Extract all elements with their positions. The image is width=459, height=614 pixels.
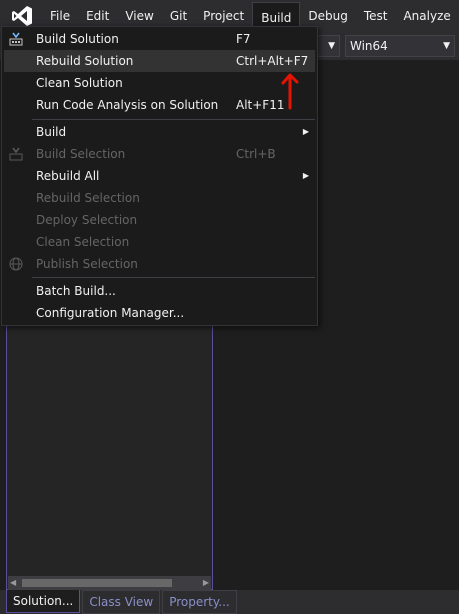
menu-item-build-solution[interactable]: Build Solution F7 xyxy=(4,28,315,50)
menu-item-batch-build[interactable]: Batch Build... xyxy=(4,280,315,302)
menu-item-shortcut: Ctrl+Alt+F7 xyxy=(236,54,309,68)
globe-icon xyxy=(9,257,23,271)
menu-item-build-selection[interactable]: Build Selection Ctrl+B xyxy=(4,143,315,165)
menu-item-deploy-selection[interactable]: Deploy Selection xyxy=(4,209,315,231)
menu-item-shortcut: F7 xyxy=(236,32,251,46)
menu-test[interactable]: Test xyxy=(356,0,396,32)
menu-separator xyxy=(32,119,315,120)
platform-combo-value: Win64 xyxy=(350,39,388,53)
scroll-right-icon[interactable]: ▶ xyxy=(203,576,209,590)
menu-item-label: Build Selection xyxy=(36,147,126,161)
tab-solution-explorer[interactable]: Solution... xyxy=(6,590,81,613)
menu-item-shortcut: Alt+F11 xyxy=(236,98,285,112)
visual-studio-logo-icon[interactable] xyxy=(10,4,34,28)
menu-item-clean-solution[interactable]: Clean Solution xyxy=(4,72,315,94)
menu-item-label: Batch Build... xyxy=(36,284,116,298)
menu-item-clean-selection[interactable]: Clean Selection xyxy=(4,231,315,253)
chevron-down-icon: ▼ xyxy=(443,41,450,51)
menu-item-label: Clean Selection xyxy=(36,235,130,249)
menu-item-label: Rebuild Selection xyxy=(36,191,140,205)
menu-item-rebuild-all[interactable]: Rebuild All ▶ xyxy=(4,165,315,187)
menu-item-label: Clean Solution xyxy=(36,76,123,90)
menu-item-label: Publish Selection xyxy=(36,257,138,271)
chevron-down-icon: ▼ xyxy=(328,41,335,51)
menu-item-label: Build xyxy=(36,125,67,139)
menu-item-label: Rebuild Solution xyxy=(36,54,134,68)
build-selection-icon xyxy=(9,147,23,161)
menu-item-publish-selection[interactable]: Publish Selection xyxy=(4,253,315,275)
menu-item-configuration-manager[interactable]: Configuration Manager... xyxy=(4,302,315,324)
submenu-arrow-icon: ▶ xyxy=(302,127,309,136)
bottom-tab-strip: Solution... Class View Property... xyxy=(0,590,459,614)
red-arrow-annotation-icon xyxy=(281,73,299,110)
scrollbar-thumb[interactable] xyxy=(22,579,172,587)
menu-item-label: Configuration Manager... xyxy=(36,306,185,320)
tab-class-view[interactable]: Class View xyxy=(82,590,161,614)
tab-property-manager[interactable]: Property... xyxy=(162,590,237,614)
build-menu-dropdown: Build Solution F7 Rebuild Solution Ctrl+… xyxy=(1,26,318,326)
menu-item-run-code-analysis[interactable]: Run Code Analysis on Solution Alt+F11 xyxy=(4,94,315,116)
build-solution-icon xyxy=(9,32,23,46)
horizontal-scrollbar[interactable]: ◀ ▶ xyxy=(8,576,211,590)
menu-item-rebuild-solution[interactable]: Rebuild Solution Ctrl+Alt+F7 xyxy=(4,50,315,72)
menu-item-shortcut: Ctrl+B xyxy=(236,147,276,161)
platform-combo[interactable]: Win64 ▼ xyxy=(345,35,455,57)
menu-item-build-submenu[interactable]: Build ▶ xyxy=(4,121,315,143)
menu-separator xyxy=(32,277,315,278)
submenu-arrow-icon: ▶ xyxy=(302,171,309,180)
menu-item-label: Deploy Selection xyxy=(36,213,138,227)
menu-item-label: Run Code Analysis on Solution xyxy=(36,98,219,112)
menu-item-label: Rebuild All xyxy=(36,169,100,183)
scroll-left-icon[interactable]: ◀ xyxy=(10,576,16,590)
menu-analyze[interactable]: Analyze xyxy=(395,0,458,32)
menu-item-rebuild-selection[interactable]: Rebuild Selection xyxy=(4,187,315,209)
menu-item-label: Build Solution xyxy=(36,32,119,46)
